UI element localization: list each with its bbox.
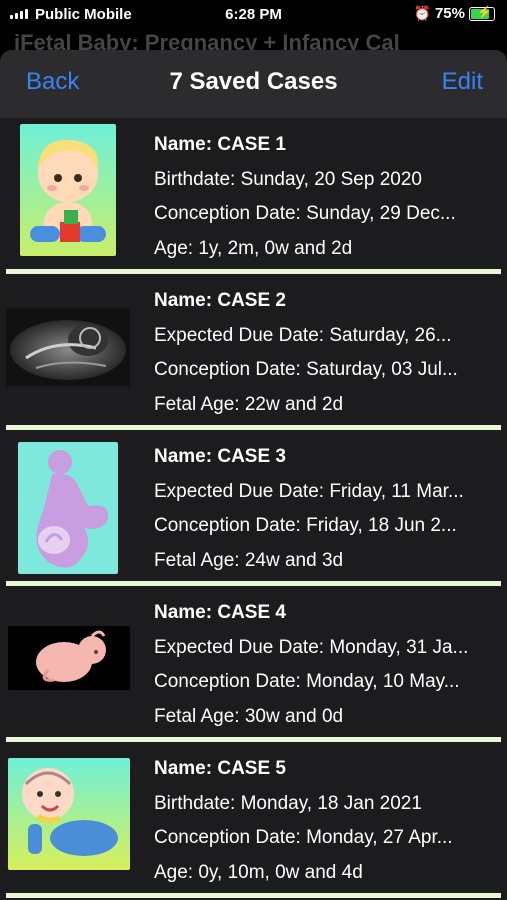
row-divider — [6, 893, 501, 898]
toddler-with-blocks-icon — [20, 124, 116, 256]
alarm-icon: ⏰ — [413, 5, 431, 21]
saved-cases-sheet: Back 7 Saved Cases Edit Name: CASE 1 Bir… — [0, 50, 507, 900]
case-name: Name: CASE 1 — [154, 134, 286, 155]
case-row-1[interactable]: Name: CASE 1 Birthdate: Sunday, 20 Sep 2… — [0, 118, 507, 274]
case-row-2[interactable]: Name: CASE 2 Expected Due Date: Saturday… — [0, 274, 507, 430]
fetus-illustration-icon — [8, 626, 130, 690]
case-conception-line: Conception Date: Friday, 18 Jun 2... — [154, 515, 457, 536]
battery-percent: 75% — [434, 5, 465, 22]
case-row-3[interactable]: Name: CASE 3 Expected Due Date: Friday, … — [0, 430, 507, 586]
crawling-baby-icon — [8, 758, 130, 870]
case-age-line: Age: 0y, 10m, 0w and 4d — [154, 861, 363, 883]
case-age-line: Fetal Age: 22w and 2d — [154, 393, 344, 415]
case-date-line: Birthdate: Monday, 18 Jan 2021 — [154, 792, 422, 814]
case-date-line: Expected Due Date: Friday, 11 Mar... — [154, 480, 464, 502]
case-name: Name: CASE 5 — [154, 758, 286, 779]
pregnant-silhouette-icon — [18, 442, 118, 574]
case-date-line: Expected Due Date: Saturday, 26... — [154, 324, 452, 346]
case-age-line: Fetal Age: 24w and 3d — [154, 549, 344, 571]
edit-button[interactable]: Edit — [442, 68, 483, 96]
status-bar: Public Mobile 6:28 PM ⏰ 75% ⚡ — [0, 0, 507, 30]
case-conception-line: Conception Date: Sunday, 29 Dec... — [154, 203, 456, 224]
case-conception-line: Conception Date: Monday, 27 Apr... — [154, 827, 453, 848]
case-age-line: Fetal Age: 30w and 0d — [154, 705, 344, 727]
case-conception-line: Conception Date: Saturday, 03 Jul... — [154, 359, 458, 380]
case-name: Name: CASE 2 — [154, 290, 286, 311]
page-title: 7 Saved Cases — [169, 68, 338, 95]
cases-list: Name: CASE 1 Birthdate: Sunday, 20 Sep 2… — [0, 118, 507, 898]
case-conception-line: Conception Date: Monday, 10 May... — [154, 671, 460, 692]
case-row-4[interactable]: Name: CASE 4 Expected Due Date: Monday, … — [0, 586, 507, 742]
case-row-5[interactable]: Name: CASE 5 Birthdate: Monday, 18 Jan 2… — [0, 742, 507, 898]
ultrasound-scan-icon — [6, 308, 130, 386]
case-date-line: Expected Due Date: Monday, 31 Ja... — [154, 636, 469, 658]
battery-icon: ⚡ — [469, 5, 495, 21]
case-age-line: Age: 1y, 2m, 0w and 2d — [154, 237, 353, 259]
navigation-bar: Back 7 Saved Cases Edit — [0, 50, 507, 118]
case-name: Name: CASE 4 — [154, 602, 286, 623]
case-date-line: Birthdate: Sunday, 20 Sep 2020 — [154, 168, 422, 190]
case-name: Name: CASE 3 — [154, 446, 286, 467]
